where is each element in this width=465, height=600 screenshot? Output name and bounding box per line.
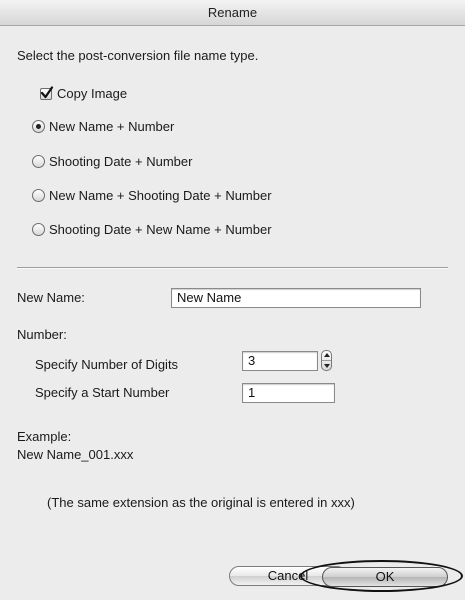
example-label: Example:: [17, 429, 72, 444]
divider: [17, 267, 448, 269]
radio-new-name-shooting-date-number[interactable]: New Name + Shooting Date + Number: [32, 188, 272, 203]
radio-label: Shooting Date + Number: [49, 154, 193, 169]
stepper-arrows-icon[interactable]: [321, 350, 332, 371]
radio-shooting-date-new-name-number[interactable]: Shooting Date + New Name + Number: [32, 222, 272, 237]
window-title-bar: Rename: [0, 0, 465, 26]
copy-image-label: Copy Image: [57, 86, 128, 101]
digits-input[interactable]: 3: [242, 351, 318, 371]
window-title: Rename: [207, 5, 258, 20]
checkmark-icon: [40, 85, 54, 100]
extension-note: (The same extension as the original is e…: [47, 495, 355, 510]
radio-indicator: [32, 189, 45, 202]
start-number-label: Specify a Start Number: [35, 385, 170, 400]
number-label: Number:: [17, 327, 67, 342]
ok-highlight-ring: [300, 560, 463, 592]
radio-selected-indicator: [32, 120, 45, 133]
radio-label: Shooting Date + New Name + Number: [49, 222, 272, 237]
radio-indicator: [32, 155, 45, 168]
radio-label: New Name + Number: [49, 119, 175, 134]
stepper-up-arrow[interactable]: [324, 353, 330, 357]
example-value: New Name_001.xxx: [17, 447, 134, 462]
new-name-label: New Name:: [17, 290, 85, 305]
start-number-input[interactable]: 1: [242, 383, 335, 403]
radio-new-name-number[interactable]: New Name + Number: [32, 119, 174, 134]
stepper-down-arrow[interactable]: [324, 364, 330, 368]
radio-indicator: [32, 223, 45, 236]
radio-shooting-date-number[interactable]: Shooting Date + Number: [32, 154, 192, 169]
radio-label: New Name + Shooting Date + Number: [49, 188, 272, 203]
digits-label: Specify Number of Digits: [35, 357, 179, 372]
copy-image-checkbox[interactable]: Copy Image: [40, 85, 128, 101]
instruction-text: Select the post-conversion file name typ…: [17, 48, 259, 63]
new-name-input[interactable]: New Name: [171, 288, 421, 308]
